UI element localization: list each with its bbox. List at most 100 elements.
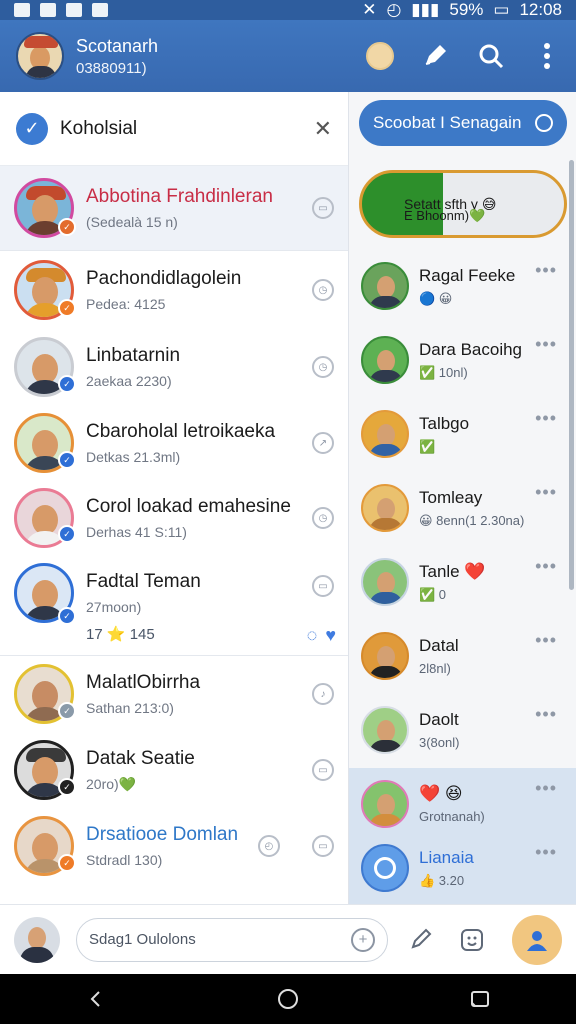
chat-name: Corol loakad emahesine [86,496,291,517]
ring-icon [374,857,396,879]
contact-name: Datal [419,636,459,655]
signal-icon: ▮▮▮ [411,0,440,19]
list-item[interactable]: ✓ Pachondidlagolein Pedea: 4125 ◷ [0,251,348,329]
contact-item[interactable]: Datal 2l8nl) ••• [349,620,576,692]
message-icon[interactable]: ▭ [312,759,334,781]
more-vert-icon[interactable] [532,41,562,71]
contact-item[interactable]: Dara Bacoihg ✅ 10nl) ••• [349,324,576,396]
chat-preview: Detkas 21.3ml) [86,449,181,465]
group-header[interactable]: ✓ Koholsial ✕ [0,92,348,166]
avatar-face [28,926,46,949]
avatar-face [377,720,395,742]
music-icon[interactable]: ♪ [312,683,334,705]
search-circle-icon [535,114,553,132]
list-item[interactable]: ✓ Linbatarnin 2aekaa 2230) ◷ [0,329,348,405]
mute-icon: ✕ [362,0,377,19]
chat-preview: Derhas 41 S:11) [86,524,187,540]
contact-sub: ✅ 0 [419,586,447,602]
list-item-text: Pachondidlagolein Pedea: 4125 [86,268,241,312]
status-badge: ✓ [58,299,76,317]
list-item-text: MalatlObirrha Sathan 213:0) [86,672,200,716]
list-item[interactable]: ✓ Fadtal Teman 27moon) ▭ 17 ⭐ 145 ◌ ♥ [0,555,348,655]
header-avatar[interactable] [16,32,64,80]
contact-item[interactable]: Tomleay 😀 8enn(1 2.30na) ••• [349,472,576,544]
more-horiz-icon[interactable]: ••• [535,704,557,725]
list-item[interactable]: ✓ Corol loakad emahesine Derhas 41 S:11)… [0,481,348,555]
list-item-text: Fadtal Teman 27moon) [86,563,201,615]
recent-icon[interactable] [460,979,500,1019]
status-badge: ✓ [58,702,76,720]
avatar-body [369,296,403,308]
avatar-body [369,444,403,456]
clock-icon: ◴ [386,0,402,19]
chat-status-icons: ◌ ♥ [307,625,336,646]
list-item[interactable]: ✓ MalatlObirrha Sathan 213:0) ♪ [0,656,348,732]
message-icon[interactable]: ▭ [311,835,334,857]
status-badge: ✓ [58,778,76,796]
promo-banner[interactable]: Setatt sfth y 😅 E Bhoonm)💚 [359,170,567,238]
arrow-icon[interactable]: ↗ [312,432,334,454]
system-nav-bar [0,974,576,1024]
list-item-text: Corol loakad emahesine Derhas 41 S:11) [86,496,291,540]
time-text: 12:08 [519,0,562,19]
status-bar: ✕ ◴ ▮▮▮ 59% ▭ 12:08 [0,0,576,20]
notification-icon [40,3,56,17]
more-horiz-icon[interactable]: ••• [535,778,557,799]
avatar [361,484,409,532]
chat-extra: 17 ⭐ 145 [86,626,155,643]
more-horiz-icon[interactable]: ••• [535,842,557,863]
status-badge: ✓ [58,525,76,543]
close-icon[interactable]: ✕ [314,116,332,142]
home-icon[interactable] [268,979,308,1019]
header-actions [366,41,562,71]
more-horiz-icon[interactable]: ••• [535,556,557,577]
contact-name: Dara Bacoihg [419,339,523,359]
app-header: Scotanarh 03880911) [0,20,576,92]
contact-item[interactable]: Talbgo ✅ ••• [349,398,576,470]
more-horiz-icon[interactable]: ••• [535,482,557,503]
emoji-icon[interactable] [456,924,488,956]
contact-name: Lianaia [419,847,474,867]
contact-item[interactable]: Lianaia 👍 3.20 ••• [349,832,576,904]
list-item-text: Datak Seatie 20ro)💚 [86,748,195,793]
back-icon[interactable] [76,979,116,1019]
list-item[interactable]: ✓ Abbotina Frahdinleran (Sedealà 15 n) ▭ [0,166,348,250]
list-item[interactable]: ✓ Datak Seatie 20ro)💚 ▭ [0,732,348,808]
contact-text: Datal 2l8nl) [419,636,459,676]
search-icon[interactable] [476,41,506,71]
avatar [361,558,409,606]
more-horiz-icon[interactable]: ••• [535,630,557,651]
attach-icon[interactable] [406,924,438,956]
contact-item[interactable]: Daolt 3(8onl) ••• [349,694,576,766]
avatar-body [369,666,403,678]
pin-icon[interactable]: ▭ [312,197,334,219]
clock-icon[interactable]: ◷ [312,356,334,378]
contact-item[interactable]: Ragal Feeke 🔵 😀 ••• [349,250,576,322]
more-horiz-icon[interactable]: ••• [535,408,557,429]
more-horiz-icon[interactable]: ••• [535,334,557,355]
more-horiz-icon[interactable]: ••• [535,260,557,281]
list-item[interactable]: ✓ Drsatiooe Domlan Stdradl 130) ◴ ▭ [0,808,348,884]
avatar [361,410,409,458]
chat-name: Drsatiooe Domlan [86,824,239,845]
contact-item[interactable]: Tanle ❤️ ✅ 0 ••• [349,546,576,618]
list-item[interactable]: ✓ Cbaroholal letroikaeka Detkas 21.3ml) … [0,405,348,481]
scrollbar[interactable] [569,160,574,590]
avatar [361,262,409,310]
avatar [361,336,409,384]
clock-icon[interactable]: ◷ [312,279,334,301]
mini-avatar[interactable] [366,42,394,70]
message-input[interactable]: Sdag1 Oulolons + [76,917,388,962]
person-icon[interactable] [512,914,562,965]
clock-icon[interactable]: ◷ [312,507,334,529]
my-avatar[interactable] [14,916,60,963]
chat-preview: (Sedealà 15 n) [86,214,178,230]
battery-icon: ▭ [493,0,510,19]
edit-icon[interactable] [420,41,450,71]
message-icon[interactable]: ▭ [312,575,334,597]
search-pill[interactable]: Scoobat I Senagain [359,100,567,146]
plus-icon[interactable]: + [351,927,375,952]
chat-name: Cbaroholal letroikaeka [86,421,276,442]
timer-icon[interactable]: ◴ [258,835,281,857]
contact-item[interactable]: ❤️ 😆 Grotnanah) ••• [349,768,576,840]
